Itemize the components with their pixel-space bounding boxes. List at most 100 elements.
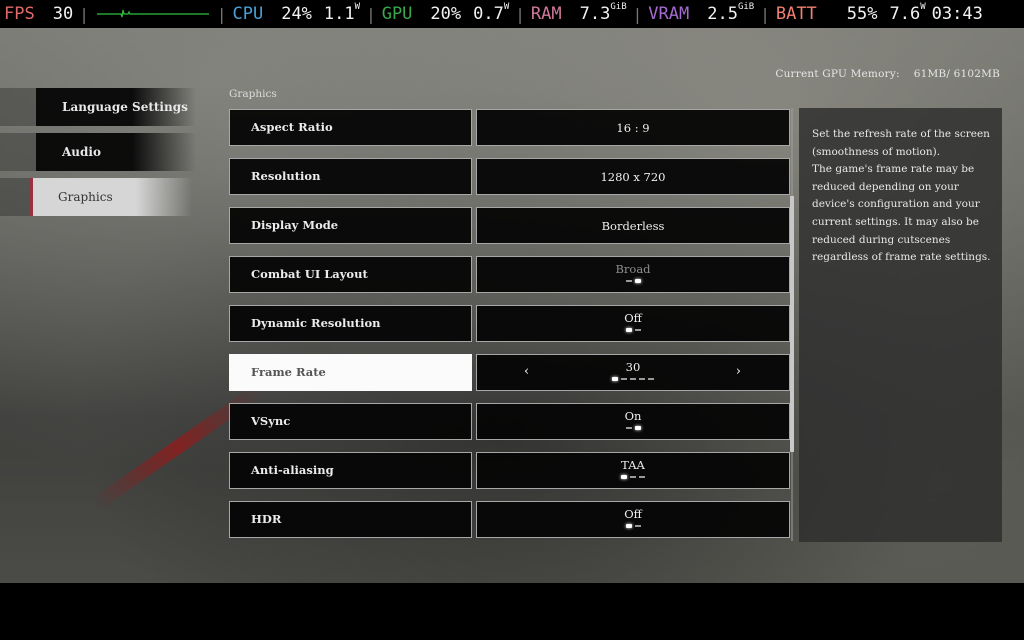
setting-name-cell[interactable]: Dynamic Resolution [229, 305, 472, 342]
batt-power-value: 7.6 [889, 4, 921, 24]
option-dot-active [634, 279, 641, 283]
nav-shadow [0, 133, 40, 171]
nav-item-language-settings[interactable]: Language Settings [36, 88, 196, 126]
cpu-power: 1.1W [323, 2, 361, 24]
gpu-power-value: 0.7 [473, 4, 504, 24]
chevron-left-icon[interactable]: ‹ [524, 364, 529, 380]
setting-name: Anti-aliasing [251, 463, 334, 477]
setting-value: Borderless [601, 219, 665, 233]
setting-value-resolution[interactable]: 1280 x 720 [476, 158, 790, 195]
option-dot [630, 476, 636, 478]
option-indicator [477, 524, 789, 528]
setting-name-cell[interactable]: Anti-aliasing [229, 452, 472, 489]
performance-overlay: FPS 30 | | CPU 24% 1.1W | GPU 20% 0.7W |… [0, 0, 1024, 28]
option-dot [648, 378, 654, 380]
option-dot [639, 476, 645, 478]
setting-name: Resolution [251, 169, 321, 183]
option-dot-active [625, 524, 632, 528]
letterbox-bar [0, 583, 1024, 640]
setting-value-frame-rate[interactable]: 30 ‹ › [476, 354, 790, 391]
setting-name-cell[interactable]: Display Mode [229, 207, 472, 244]
setting-value-display-mode[interactable]: Borderless [476, 207, 790, 244]
setting-value: Off [624, 311, 642, 325]
setting-value: TAA [621, 458, 645, 472]
batt-label: BATT [775, 4, 817, 24]
setting-value-vsync[interactable]: On [476, 403, 790, 440]
setting-name: Combat UI Layout [251, 267, 368, 281]
setting-name: Dynamic Resolution [251, 316, 381, 330]
active-indicator [30, 178, 33, 216]
chevron-right-icon[interactable]: › [736, 364, 741, 380]
setting-row-display-mode[interactable]: Display Mode Borderless [229, 207, 790, 244]
vram-value: 2.5GiB [707, 2, 754, 24]
setting-value: Broad [615, 262, 651, 276]
setting-value: On [624, 409, 642, 423]
nav-item-audio[interactable]: Audio [36, 133, 196, 171]
setting-row-combat-ui-layout[interactable]: Combat UI Layout Broad [229, 256, 790, 293]
frametime-graph [96, 9, 209, 18]
vram-amount: 2.5 [707, 4, 738, 24]
nav-shadow [0, 88, 40, 126]
setting-row-dynamic-resolution[interactable]: Dynamic Resolution Off [229, 305, 790, 342]
cpu-power-value: 1.1 [323, 4, 355, 24]
gpu-memory-readout: Current GPU Memory: 61MB/ 6102MB [775, 68, 1000, 80]
setting-value-hdr[interactable]: Off [476, 501, 790, 538]
ram-value: 7.3GiB [580, 2, 627, 24]
setting-name-cell[interactable]: Resolution [229, 158, 472, 195]
gpu-memory-value: 61MB/ 6102MB [913, 68, 1000, 80]
option-dot [634, 525, 641, 527]
setting-name-cell[interactable]: Aspect Ratio [229, 109, 472, 146]
setting-row-anti-aliasing[interactable]: Anti-aliasing TAA [229, 452, 790, 489]
option-dot-active [621, 475, 627, 479]
option-indicator [477, 328, 789, 332]
setting-value-combat-ui-layout[interactable]: Broad [476, 256, 790, 293]
setting-value-dynamic-resolution[interactable]: Off [476, 305, 790, 342]
option-dot [621, 378, 627, 380]
setting-name-cell[interactable]: VSync [229, 403, 472, 440]
section-title: Graphics [229, 88, 277, 100]
fps-label: FPS [4, 4, 35, 24]
scrollbar-thumb[interactable] [790, 196, 794, 452]
option-indicator [477, 279, 789, 283]
setting-name-cell[interactable]: Frame Rate [229, 354, 472, 391]
gpu-power: 0.7W [473, 2, 510, 24]
divider: | [216, 4, 227, 24]
setting-row-frame-rate[interactable]: Frame Rate 30 ‹ › [229, 354, 790, 391]
batt-power: 7.6W [889, 2, 926, 24]
cpu-usage: 24% [281, 4, 312, 24]
option-indicator [477, 475, 789, 479]
option-dot [634, 329, 641, 331]
cpu-power-unit: W [354, 2, 361, 13]
gpu-power-unit: W [503, 2, 510, 13]
nav-item-graphics[interactable]: Graphics [30, 178, 192, 216]
option-dot [639, 378, 645, 380]
setting-row-resolution[interactable]: Resolution 1280 x 720 [229, 158, 790, 195]
setting-name: Aspect Ratio [251, 120, 333, 134]
divider: | [366, 4, 376, 24]
setting-name-cell[interactable]: HDR [229, 501, 472, 538]
ram-unit: GiB [610, 2, 627, 13]
description-text: Set the refresh rate of the screen (smoo… [812, 128, 991, 264]
setting-row-hdr[interactable]: HDR Off [229, 501, 790, 538]
option-dot [630, 378, 636, 380]
option-dot-active [634, 426, 641, 430]
divider: | [632, 4, 643, 24]
description-panel: Set the refresh rate of the screen (smoo… [799, 108, 1002, 542]
batt-percent: 55% [846, 4, 878, 24]
divider: | [760, 4, 770, 24]
setting-name-cell[interactable]: Combat UI Layout [229, 256, 472, 293]
setting-name: Frame Rate [251, 365, 326, 379]
batt-power-unit: W [920, 2, 926, 13]
vram-label: VRAM [648, 4, 690, 24]
setting-value: 16 : 9 [616, 121, 650, 135]
setting-value-aspect-ratio[interactable]: 16 : 9 [476, 109, 790, 146]
setting-name: Display Mode [251, 218, 339, 232]
setting-row-aspect-ratio[interactable]: Aspect Ratio 16 : 9 [229, 109, 790, 146]
cpu-label: CPU [232, 4, 264, 24]
setting-value-anti-aliasing[interactable]: TAA [476, 452, 790, 489]
setting-row-vsync[interactable]: VSync On [229, 403, 790, 440]
clock: 03:43 [931, 4, 983, 24]
ram-label: RAM [530, 4, 562, 24]
setting-value: 1280 x 720 [600, 170, 666, 184]
divider: | [515, 4, 525, 24]
